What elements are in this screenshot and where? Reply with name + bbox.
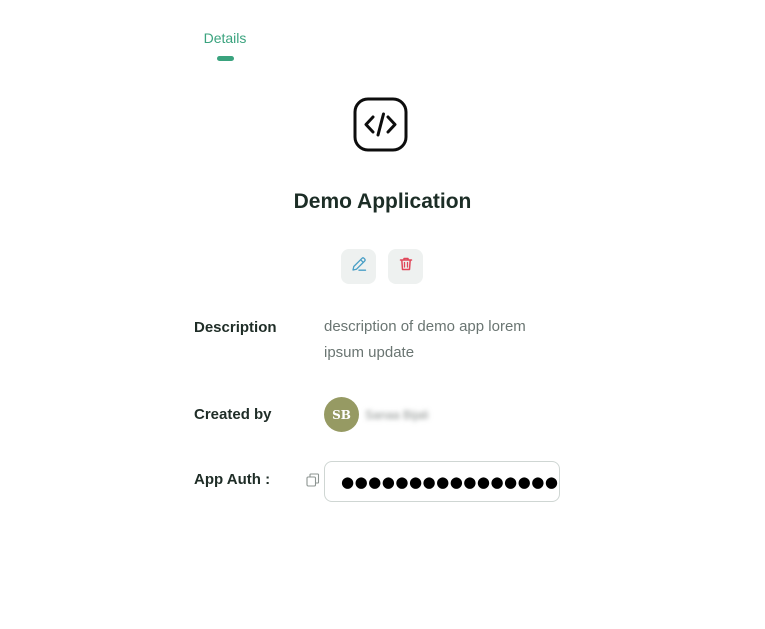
app-title: Demo Application: [293, 190, 472, 213]
pencil-icon: [350, 255, 368, 278]
creator: SB Sanaa Bijali: [324, 397, 428, 432]
tab-active-indicator: [216, 56, 234, 61]
description-label: Description: [194, 319, 277, 336]
code-icon: [353, 97, 409, 153]
avatar: SB: [324, 397, 359, 432]
app-auth-label: App Auth :: [194, 471, 271, 488]
created-by-label: Created by: [194, 406, 272, 423]
creator-name: Sanaa Bijali: [365, 407, 429, 422]
app-auth-field[interactable]: ●●●●●●●●●●●●●●●●●●●●●●: [324, 461, 560, 502]
description-value: description of demo app lorem ipsum upda…: [324, 318, 526, 361]
tab-details-label: Details: [203, 30, 247, 46]
delete-button[interactable]: [388, 249, 423, 284]
app-actions: [341, 249, 423, 284]
trash-icon: [398, 256, 414, 277]
copy-icon[interactable]: [305, 472, 321, 488]
tab-details[interactable]: Details: [195, 28, 255, 61]
edit-button[interactable]: [341, 249, 376, 284]
